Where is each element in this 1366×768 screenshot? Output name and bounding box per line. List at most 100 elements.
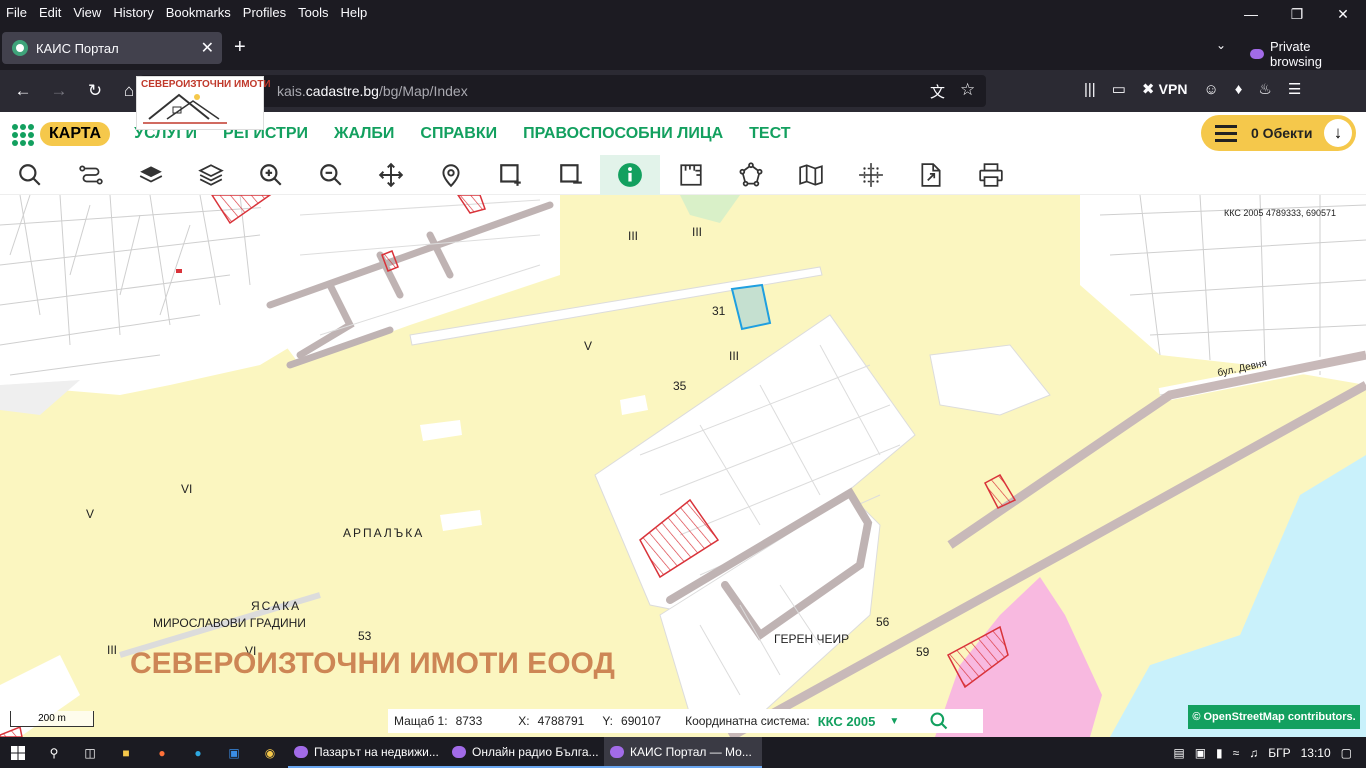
zone-label: III [628, 229, 639, 243]
sidebar-icon[interactable]: ▭ [1112, 80, 1126, 98]
edge-icon[interactable]: ● [180, 737, 216, 768]
polygon-tool[interactable] [721, 155, 781, 195]
menu-bookmarks[interactable]: Bookmarks [160, 5, 237, 20]
tab-kais[interactable]: КАИС Портал ✕ [2, 32, 222, 64]
search-icon [19, 164, 41, 186]
account-icon[interactable]: ☺ [1203, 81, 1218, 98]
translate-icon[interactable]: 文 [930, 81, 945, 102]
zone-label: V [86, 507, 95, 521]
nav-map[interactable]: КАРТА [40, 122, 111, 146]
osm-attribution[interactable]: © OpenStreetMap contributors. [1188, 705, 1360, 729]
route-tool[interactable] [61, 155, 121, 195]
menu-tools[interactable]: Tools [292, 5, 334, 20]
apps-grid-icon[interactable] [12, 124, 34, 146]
forward-icon[interactable]: → [46, 78, 72, 104]
kais-favicon-icon [12, 40, 28, 56]
menu-profiles[interactable]: Profiles [237, 5, 292, 20]
map-tool[interactable] [781, 155, 841, 195]
file-explorer-icon[interactable]: ■ [108, 737, 144, 768]
search-icon[interactable]: ⚲ [36, 737, 72, 768]
measure-icon [680, 164, 702, 186]
parcel-number-label: 35 [673, 379, 687, 393]
clock[interactable]: 13:10 [1301, 746, 1331, 760]
crosshair-icon [859, 163, 883, 187]
reload-icon[interactable]: ↻ [82, 78, 108, 104]
volume-icon[interactable]: ♫ [1249, 746, 1258, 760]
task-view-icon[interactable]: ◫ [72, 737, 108, 768]
security-icon[interactable]: ▣ [1195, 746, 1206, 760]
caret-down-icon[interactable]: ▼ [889, 716, 899, 727]
chrome-icon[interactable]: ◉ [252, 737, 288, 768]
info-tool[interactable] [600, 155, 660, 195]
route-icon [79, 165, 103, 185]
locality-label: МИРОСЛАВОВИ ГРАДИНИ [153, 616, 306, 630]
private-mask-icon [1250, 49, 1264, 59]
bookmark-star-icon[interactable]: ☆ [960, 80, 975, 100]
nav-complaints[interactable]: ЖАЛБИ [334, 125, 394, 143]
language-indicator[interactable]: БГР [1268, 746, 1290, 760]
zoom-in-tool[interactable] [241, 155, 301, 195]
polygon-icon [739, 162, 763, 187]
marker-tool[interactable] [421, 155, 481, 195]
menu-edit[interactable]: Edit [33, 5, 67, 20]
search-icon[interactable] [929, 711, 949, 731]
print-tool[interactable] [961, 155, 1021, 195]
zoom-out-tool[interactable] [301, 155, 361, 195]
app-menu-icon[interactable]: ☰ [1288, 80, 1301, 98]
export-tool[interactable] [901, 155, 961, 195]
menu-history[interactable]: History [107, 5, 159, 20]
chevron-down-icon[interactable]: ⌄ [1216, 38, 1226, 52]
agency-watermark: СЕВЕРОИЗТОЧНИ ИМОТИ ЕООД [130, 647, 615, 680]
library-icon[interactable]: ||| [1084, 81, 1096, 98]
crs-label: Координатна система: [685, 714, 810, 728]
vpn-button[interactable]: ✖ VPN [1142, 80, 1188, 98]
crosshair-tool[interactable] [841, 155, 901, 195]
pan-tool[interactable] [361, 155, 421, 195]
flame-icon[interactable]: ♨ [1258, 80, 1271, 98]
windows-start-icon[interactable] [0, 737, 36, 768]
measure-tool[interactable] [661, 155, 721, 195]
back-icon[interactable]: ← [10, 78, 36, 104]
notification-icon[interactable]: ▢ [1341, 746, 1352, 760]
objects-button[interactable]: 0 Обекти ↓ [1201, 115, 1356, 151]
zone-label: VI [181, 482, 193, 496]
parcel-number-label: 53 [358, 629, 372, 643]
scale-bar: 200 m [10, 711, 94, 727]
battery-icon[interactable]: ▮ [1216, 746, 1223, 760]
info-icon [618, 163, 642, 187]
menu-view[interactable]: View [67, 5, 107, 20]
private-label: Private browsing [1269, 39, 1323, 69]
layers-tool[interactable] [181, 155, 241, 195]
nav-test[interactable]: ТЕСТ [749, 125, 790, 143]
new-tab-icon[interactable]: + [234, 36, 246, 59]
zone-label: III [729, 349, 740, 363]
network-icon[interactable]: ▤ [1173, 746, 1184, 760]
nav-licensed-persons[interactable]: ПРАВОСПОСОБНИ ЛИЦА [523, 125, 723, 143]
extensions-icon[interactable]: ♦ [1235, 81, 1243, 98]
menu-help[interactable]: Help [335, 5, 374, 20]
map-toolbar [0, 155, 1366, 195]
arrow-down-icon[interactable]: ↓ [1324, 119, 1352, 147]
pan-icon [378, 162, 404, 188]
layer-tool[interactable] [121, 155, 181, 195]
taskbar-task[interactable]: Пазарът на недвижи... [288, 737, 446, 768]
taskbar-task[interactable]: КАИС Портал — Мо... [604, 737, 762, 768]
taskbar-task[interactable]: Онлайн радио Бълга... [446, 737, 604, 768]
parcel-number-label: 59 [916, 645, 930, 659]
add-rectangle-tool[interactable] [481, 155, 541, 195]
wifi-icon[interactable]: ≈ [1233, 746, 1240, 760]
nav-references[interactable]: СПРАВКИ [420, 125, 497, 143]
marker-icon [442, 164, 460, 188]
search-tool[interactable] [0, 155, 60, 195]
cadastral-map[interactable]: ККС 2005 4789333, 690571 III III 31 V II… [0, 195, 1366, 737]
crs-select[interactable]: ККС 2005 [818, 714, 876, 729]
firefox-icon[interactable]: ● [144, 737, 180, 768]
remove-rectangle-tool[interactable] [541, 155, 601, 195]
map-status-bar: Мащаб 1: 8733 X: 4788791 Y: 690107 Коорд… [388, 709, 983, 733]
tab-close-icon[interactable]: ✕ [201, 38, 214, 58]
menu-file[interactable]: File [0, 5, 33, 20]
locality-label: ГЕРЕН ЧЕИР [774, 632, 850, 646]
system-tray: ▤ ▣ ▮ ≈ ♫ БГР 13:10 ▢ [1173, 737, 1366, 768]
zone-label: III [107, 643, 118, 657]
outlook-icon[interactable]: ▣ [216, 737, 252, 768]
